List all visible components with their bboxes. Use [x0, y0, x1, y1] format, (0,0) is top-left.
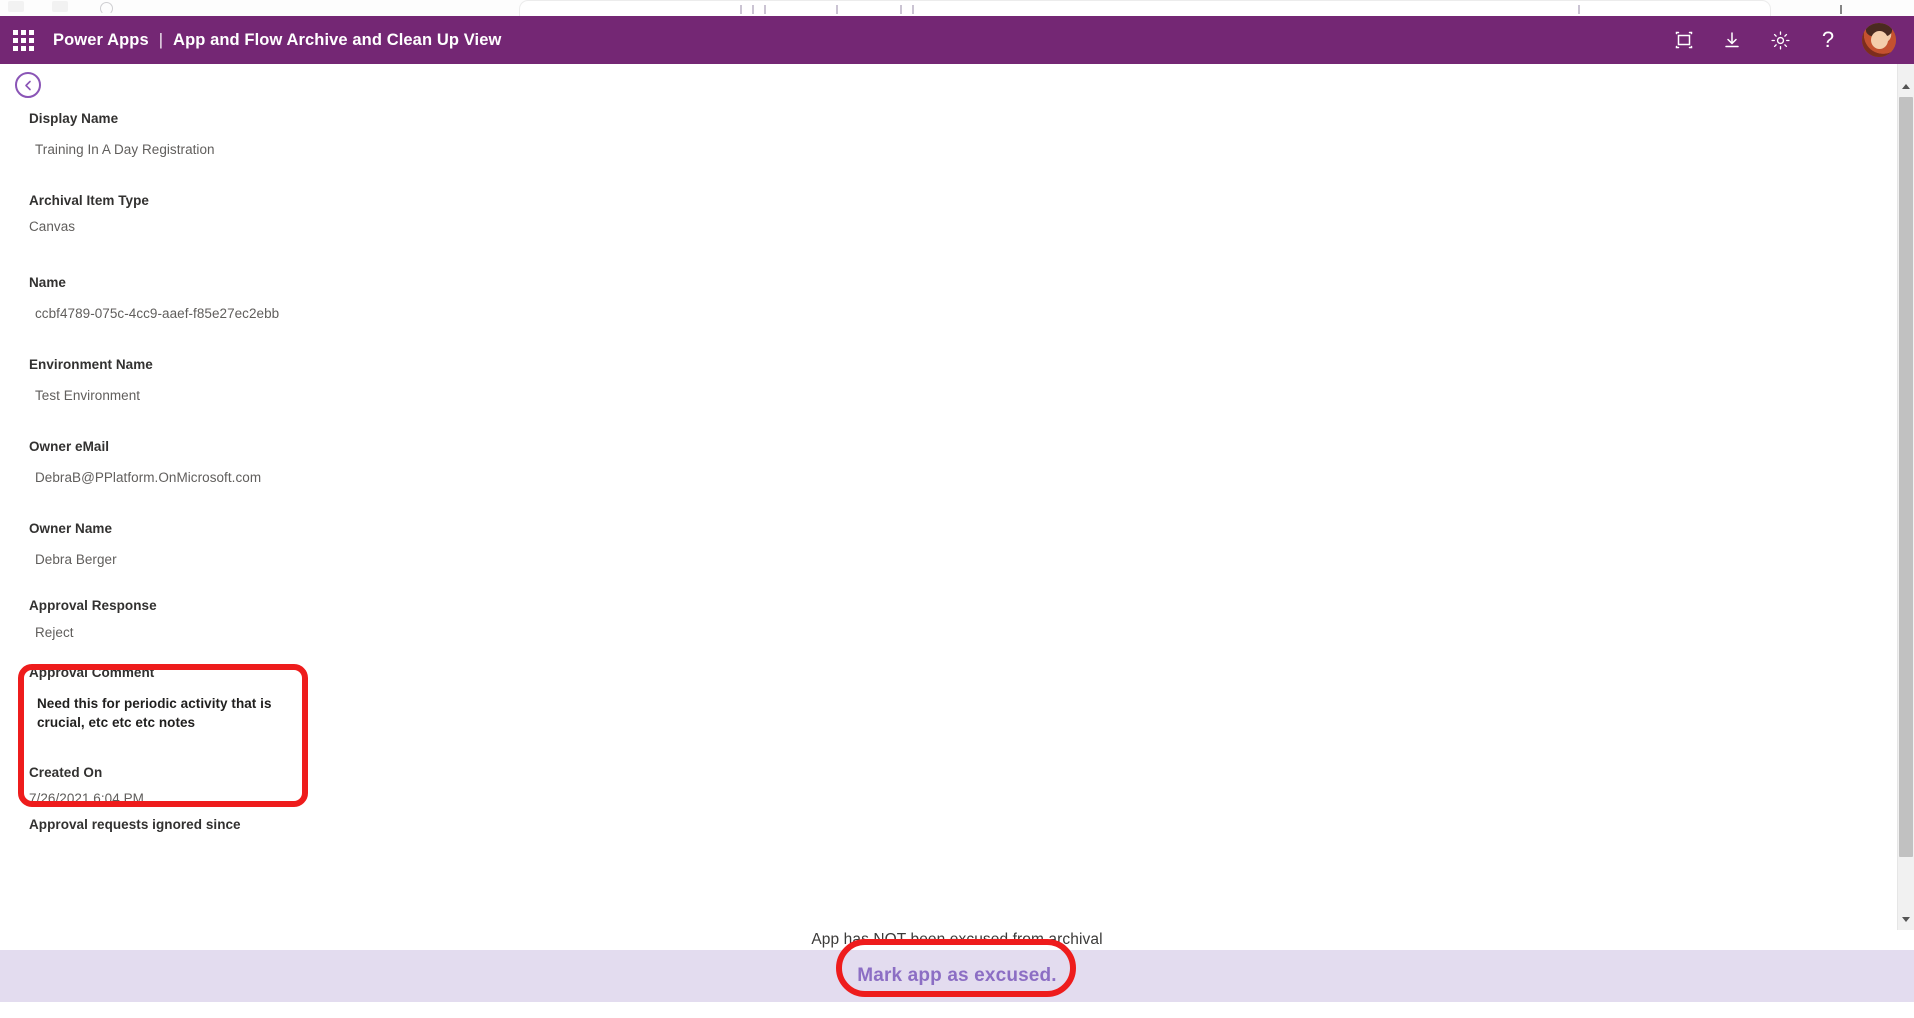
waffle-dot	[12, 29, 18, 35]
chrome-mark	[740, 5, 742, 14]
chrome-mark	[836, 5, 838, 14]
field-environment-name: Environment Name Test Environment	[0, 356, 600, 405]
app-header-bar: Power Apps | App and Flow Archive and Cl…	[0, 16, 1914, 64]
waffle-dot	[12, 45, 18, 51]
field-value[interactable]: Debra Berger	[0, 551, 600, 569]
vertical-scrollbar[interactable]	[1897, 64, 1914, 930]
field-owner-email: Owner eMail DebraB@PPlatform.OnMicrosoft…	[0, 438, 600, 487]
field-label: Approval Response	[29, 598, 157, 613]
waffle-dot	[20, 37, 26, 43]
field-created-on: Created On 7/26/2021 6:04 PM	[0, 764, 600, 808]
browser-reload-ghost	[100, 2, 113, 15]
header-action-group: ?	[1660, 16, 1896, 64]
browser-back-ghost	[8, 1, 24, 12]
bottom-action-bar: Mark app as excused.	[0, 950, 1914, 1002]
field-label: Environment Name	[29, 357, 153, 372]
form-scroll-container: Display Name Training In A Day Registrat…	[0, 64, 1914, 930]
field-value[interactable]: DebraB@PPlatform.OnMicrosoft.com	[0, 469, 600, 487]
header-title-group: Power Apps | App and Flow Archive and Cl…	[53, 31, 501, 50]
page-title: App and Flow Archive and Clean Up View	[173, 30, 502, 49]
field-name: Name ccbf4789-075c-4cc9-aaef-f85e27ec2eb…	[0, 274, 600, 323]
field-label: Display Name	[29, 111, 119, 126]
app-launcher-waffle-icon[interactable]	[10, 27, 36, 53]
browser-tab-ghost	[520, 1, 1770, 16]
fullscreen-icon[interactable]	[1660, 16, 1708, 64]
field-approval-requests-ignored-since: Approval requests ignored since	[0, 816, 600, 842]
help-icon[interactable]: ?	[1804, 16, 1852, 64]
field-value[interactable]: ccbf4789-075c-4cc9-aaef-f85e27ec2ebb	[0, 305, 600, 323]
back-button[interactable]	[15, 72, 41, 98]
field-value[interactable]: Need this for periodic activity that is …	[0, 694, 287, 732]
field-value[interactable]: 7/26/2021 6:04 PM	[0, 790, 600, 808]
browser-forward-ghost	[52, 1, 68, 12]
scrollbar-thumb[interactable]	[1899, 97, 1913, 857]
waffle-dot	[28, 45, 34, 51]
scroll-down-arrow-icon[interactable]	[1898, 911, 1914, 928]
chrome-mark	[900, 5, 902, 14]
chrome-mark	[764, 5, 766, 14]
waffle-dot	[12, 37, 18, 43]
waffle-dot	[28, 29, 34, 35]
field-value[interactable]: Reject	[0, 624, 600, 642]
field-label: Name	[29, 275, 66, 290]
download-icon[interactable]	[1708, 16, 1756, 64]
waffle-dot	[20, 45, 26, 51]
waffle-dot	[28, 37, 34, 43]
waffle-dot	[20, 29, 26, 35]
field-label: Created On	[29, 765, 103, 780]
mark-app-as-excused-button[interactable]: Mark app as excused.	[833, 959, 1080, 993]
field-display-name: Display Name Training In A Day Registrat…	[0, 110, 600, 159]
chrome-mark	[752, 5, 754, 14]
scroll-up-arrow-icon[interactable]	[1898, 78, 1914, 95]
field-approval-response: Approval Response Reject	[0, 597, 600, 642]
browser-chrome-strip	[0, 0, 1914, 17]
chrome-mark	[912, 5, 914, 14]
field-owner-name: Owner Name Debra Berger	[0, 520, 600, 569]
chrome-mark	[1840, 5, 1842, 14]
avatar[interactable]	[1862, 23, 1896, 57]
field-value[interactable]: Test Environment	[0, 387, 600, 405]
field-label: Owner eMail	[29, 439, 110, 454]
field-label: Owner Name	[29, 521, 113, 536]
excusal-status-text: App has NOT been excused from archival	[811, 931, 1103, 948]
field-label: Approval requests ignored since	[29, 817, 241, 832]
field-archival-item-type: Archival Item Type Canvas	[0, 192, 600, 236]
avatar-face	[1871, 31, 1888, 49]
help-icon-label: ?	[1821, 27, 1835, 52]
field-approval-comment: Approval Comment Need this for periodic …	[0, 664, 600, 732]
field-label: Archival Item Type	[29, 193, 149, 208]
gear-icon[interactable]	[1756, 16, 1804, 64]
chrome-mark	[1578, 5, 1580, 14]
title-separator: |	[158, 30, 164, 49]
brand-name[interactable]: Power Apps	[53, 31, 149, 50]
field-value[interactable]: Canvas	[0, 218, 600, 236]
field-value[interactable]: Training In A Day Registration	[0, 141, 600, 159]
chevron-left-icon	[24, 80, 31, 90]
field-label: Approval Comment	[29, 665, 155, 680]
